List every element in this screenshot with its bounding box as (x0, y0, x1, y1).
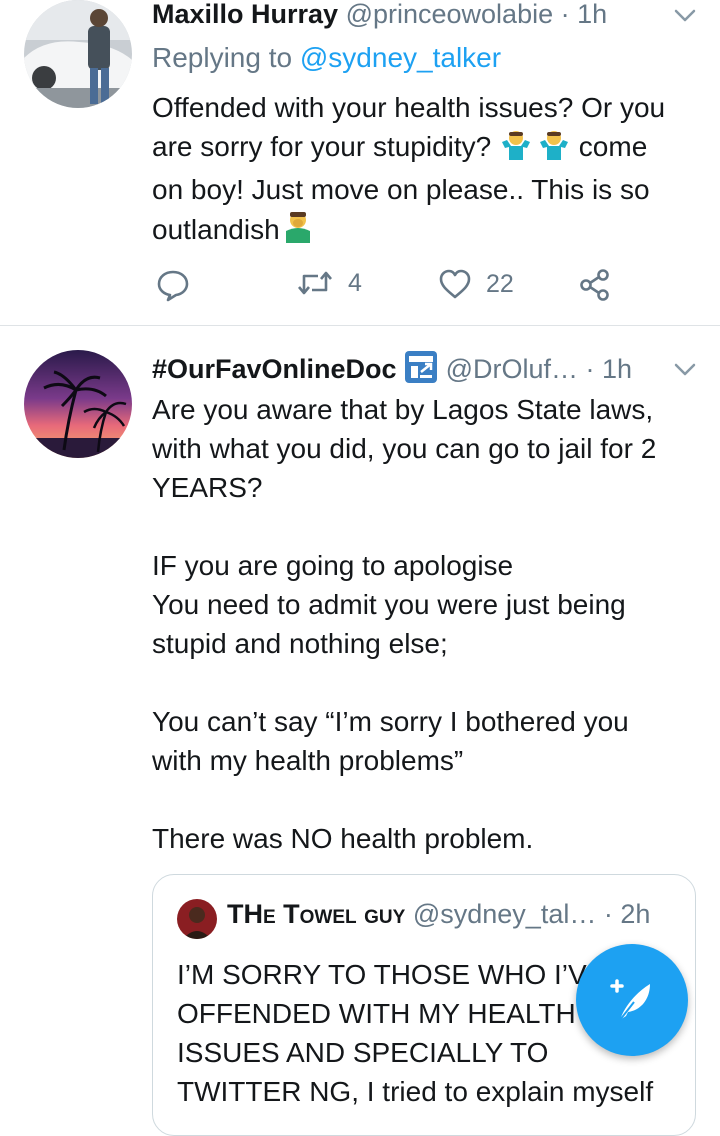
share-icon (580, 269, 609, 301)
user-handle[interactable]: @DrOluf… (446, 354, 578, 384)
retweet-icon (298, 271, 332, 295)
retweet-count: 4 (348, 268, 362, 297)
tweet-body-line: Offended with your health issues? Or you (152, 92, 666, 123)
timestamp: · 1h (585, 354, 633, 384)
tweet-header: Maxillo Hurray @princeowolabie · 1h (152, 0, 607, 30)
quoted-user-handle[interactable]: @sydney_tal… (413, 899, 597, 929)
tweet-body-line: outlandish (152, 209, 702, 253)
heart-icon (439, 269, 471, 299)
avatar-ourfavonlinedoc[interactable] (24, 350, 132, 458)
tweet-header: #OurFavOnlineDoc @DrOluf… · 1h (152, 350, 632, 391)
tweet-maxillo[interactable]: Maxillo Hurray @princeowolabie · 1h Repl… (0, 0, 720, 325)
avatar-maxillo[interactable] (24, 0, 132, 108)
avatar-towel-guy[interactable] (177, 899, 217, 939)
tweet-body-line: are sorry for your stupidity? come (152, 127, 702, 170)
tweet-actions: 4 22 (152, 268, 632, 304)
replying-to: Replying to @sydney_talker (152, 42, 501, 74)
retweet-button[interactable]: 4 (296, 268, 362, 298)
share-button[interactable] (578, 268, 612, 302)
like-button[interactable]: 22 (438, 268, 514, 300)
shrugging-emoji-icon (499, 128, 533, 170)
chevron-down-icon[interactable] (674, 8, 696, 24)
compose-tweet-button[interactable] (576, 944, 688, 1056)
reply-icon (157, 270, 189, 302)
reply-button[interactable] (156, 268, 190, 302)
quoted-tweet-header: THe Towel guy @sydney_tal… · 2h (227, 895, 650, 933)
like-count: 22 (486, 269, 514, 298)
chevron-down-icon[interactable] (674, 362, 696, 378)
tweet-body: Offended with your health issues? Or you… (152, 88, 702, 253)
display-name[interactable]: #OurFavOnlineDoc (152, 354, 397, 384)
timestamp: · 1h (560, 0, 608, 29)
display-name[interactable]: Maxillo Hurray (152, 0, 338, 29)
tweet-body-fragment: outlandish (152, 214, 280, 245)
quoted-timestamp: · 2h (603, 899, 651, 929)
replying-to-label: Replying to (152, 42, 300, 73)
medical-badge-icon (404, 350, 438, 391)
replying-to-handle[interactable]: @sydney_talker (300, 42, 501, 73)
user-handle[interactable]: @princeowolabie (346, 0, 554, 29)
tweet-body-fragment: come (571, 131, 648, 162)
facepalm-emoji-icon (282, 209, 314, 253)
tweet-body-line: on boy! Just move on please.. This is so (152, 174, 650, 205)
tweet-body: Are you aware that by Lagos State laws, … (152, 394, 657, 854)
shrugging-emoji-icon (537, 128, 571, 170)
compose-feather-icon (610, 979, 650, 1021)
quoted-display-name[interactable]: THe Towel guy (227, 899, 405, 929)
tweet-body-fragment: are sorry for your stupidity? (152, 131, 500, 162)
